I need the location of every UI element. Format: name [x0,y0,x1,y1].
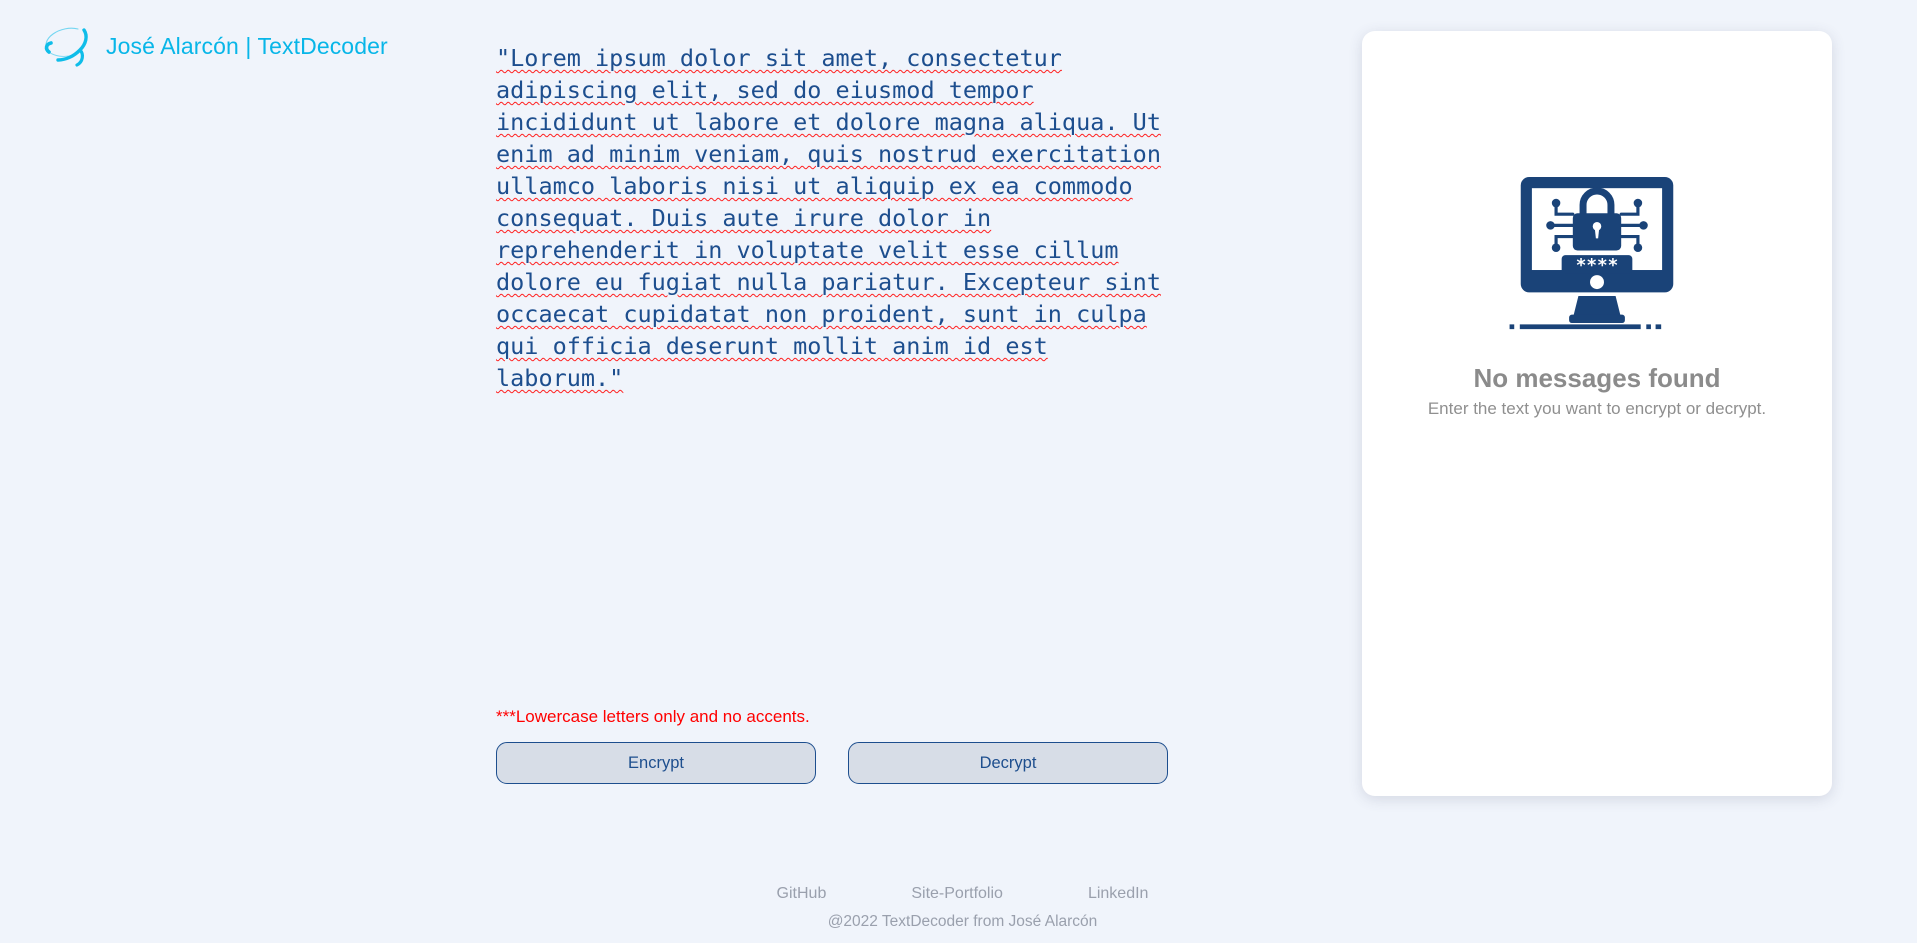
footer-link-list: GitHub Site-Portfolio LinkedIn [769,885,1149,903]
lowercase-warning-text: ***Lowercase letters only and no accents… [496,707,810,726]
monitor-padlock-password-icon: **** [1509,177,1685,330]
footer-copyright: @2022 TextDecoder from José Alarcón [827,913,1098,930]
action-button-row: Encrypt Decrypt [496,742,1168,784]
decrypt-button[interactable]: Decrypt [848,742,1168,784]
svg-text:****: **** [1576,256,1619,276]
footer-link-linkedin[interactable]: LinkedIn [1088,885,1149,903]
footer-link-site-portfolio[interactable]: Site-Portfolio [911,885,1003,903]
footer-link-github[interactable]: GitHub [777,885,827,903]
result-card: **** No messages found Enter the text yo… [1362,31,1832,796]
app-root: José Alarcón | TextDecoder "Lorem ipsum … [0,0,1917,943]
app-footer: GitHub Site-Portfolio LinkedIn @2022 Tex… [0,885,1917,931]
empty-state-subtitle: Enter the text you want to encrypt or de… [1427,399,1767,418]
empty-state-title: No messages found [1473,363,1721,393]
message-textarea[interactable]: "Lorem ipsum dolor sit amet, consectetur… [496,42,1168,702]
swoosh-orbit-logo-icon[interactable] [40,20,92,72]
editor-column: "Lorem ipsum dolor sit amet, consectetur… [496,42,1168,784]
brand-title: José Alarcón | TextDecoder [106,32,388,59]
encrypt-button[interactable]: Encrypt [496,742,816,784]
